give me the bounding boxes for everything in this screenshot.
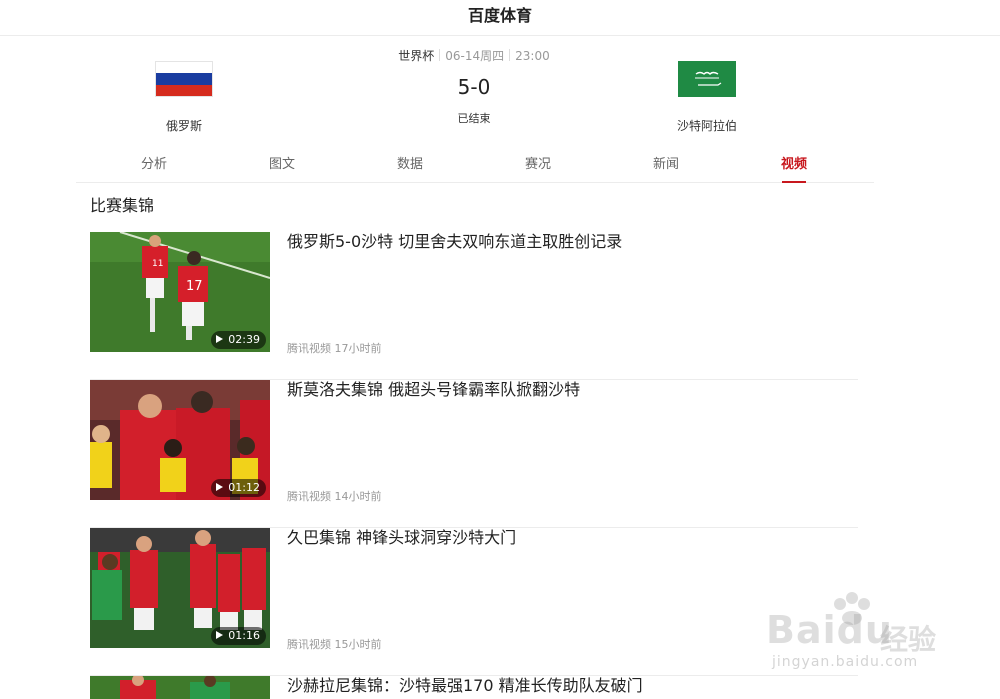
video-title[interactable]: 斯莫洛夫集锦 俄超头号锋霸率队掀翻沙特	[287, 380, 580, 400]
video-thumbnail[interactable]	[90, 676, 270, 699]
video-thumbnail-image	[90, 676, 270, 699]
watermark-cn: 经验	[880, 623, 937, 656]
video-thumbnail[interactable]: 17 11 02:39	[90, 232, 270, 352]
match-meta: 世界杯 06-14周四 23:00	[374, 46, 574, 66]
video-list-item[interactable]: 沙赫拉尼集锦：沙特最强170 精准长传助队友破门	[90, 676, 858, 699]
match-header: 俄罗斯 世界杯 06-14周四 23:00 5-0 已结束 沙特阿拉伯	[0, 36, 1000, 146]
video-title[interactable]: 久巴集锦 神锋头球洞穿沙特大门	[287, 528, 516, 548]
tab-text-live[interactable]: 图文	[242, 148, 322, 182]
video-thumbnail[interactable]: 01:16	[90, 528, 270, 648]
away-team[interactable]: 沙特阿拉伯	[637, 61, 777, 134]
video-list-item[interactable]: 01:12 斯莫洛夫集锦 俄超头号锋霸率队掀翻沙特 腾讯视频 14小时前	[90, 380, 858, 528]
video-duration: 02:39	[211, 331, 266, 349]
video-source: 腾讯视频 17小时前	[287, 342, 382, 355]
video-title[interactable]: 沙赫拉尼集锦：沙特最强170 精准长传助队友破门	[287, 676, 643, 696]
match-time: 23:00	[515, 49, 550, 63]
tab-video[interactable]: 视频	[754, 148, 834, 183]
page-title: 百度体育	[467, 6, 532, 25]
away-team-name: 沙特阿拉伯	[676, 119, 737, 133]
video-source: 腾讯视频 14小时前	[287, 490, 382, 503]
match-tabs: 分析 图文 数据 赛况 新闻 视频	[76, 148, 874, 183]
video-thumbnail[interactable]: 01:12	[90, 380, 270, 500]
meta-divider	[439, 49, 441, 61]
play-icon	[216, 335, 224, 343]
svg-text:11: 11	[152, 259, 163, 269]
baidu-jingyan-watermark: Baidu 经验 jingyan.baidu.com	[760, 590, 960, 680]
russia-flag-icon	[155, 61, 213, 97]
watermark-brand: Baidu	[766, 608, 893, 652]
match-score: 5-0	[457, 75, 491, 99]
match-info: 世界杯 06-14周四 23:00 5-0 已结束	[374, 46, 574, 126]
saudi-flag-icon	[678, 61, 736, 97]
svg-text:17: 17	[186, 279, 203, 294]
play-icon	[216, 631, 224, 639]
match-date: 06-14周四	[445, 49, 505, 63]
play-icon	[216, 483, 224, 491]
match-status: 已结束	[457, 112, 491, 125]
watermark-url: jingyan.baidu.com	[772, 654, 919, 670]
home-team[interactable]: 俄罗斯	[114, 61, 254, 134]
section-title: 比赛集锦	[90, 196, 155, 215]
app-header: 百度体育	[0, 0, 1000, 36]
home-team-name: 俄罗斯	[165, 119, 202, 133]
video-list-item[interactable]: 01:16 久巴集锦 神锋头球洞穿沙特大门 腾讯视频 15小时前	[90, 528, 858, 676]
tab-news[interactable]: 新闻	[626, 148, 706, 182]
video-duration: 01:16	[211, 627, 266, 645]
meta-divider	[509, 49, 511, 61]
tab-match-events[interactable]: 赛况	[498, 148, 578, 182]
video-duration: 01:12	[211, 479, 266, 497]
tab-data[interactable]: 数据	[370, 148, 450, 182]
tab-analysis[interactable]: 分析	[114, 148, 194, 182]
league-name: 世界杯	[398, 49, 435, 63]
video-title[interactable]: 俄罗斯5-0沙特 切里舍夫双响东道主取胜创记录	[287, 232, 622, 252]
video-list-item[interactable]: 17 11 02:39 俄罗斯5-0沙特 切里舍夫双响东道主取胜创记录 腾讯视频…	[90, 232, 858, 380]
video-source: 腾讯视频 15小时前	[287, 638, 382, 651]
